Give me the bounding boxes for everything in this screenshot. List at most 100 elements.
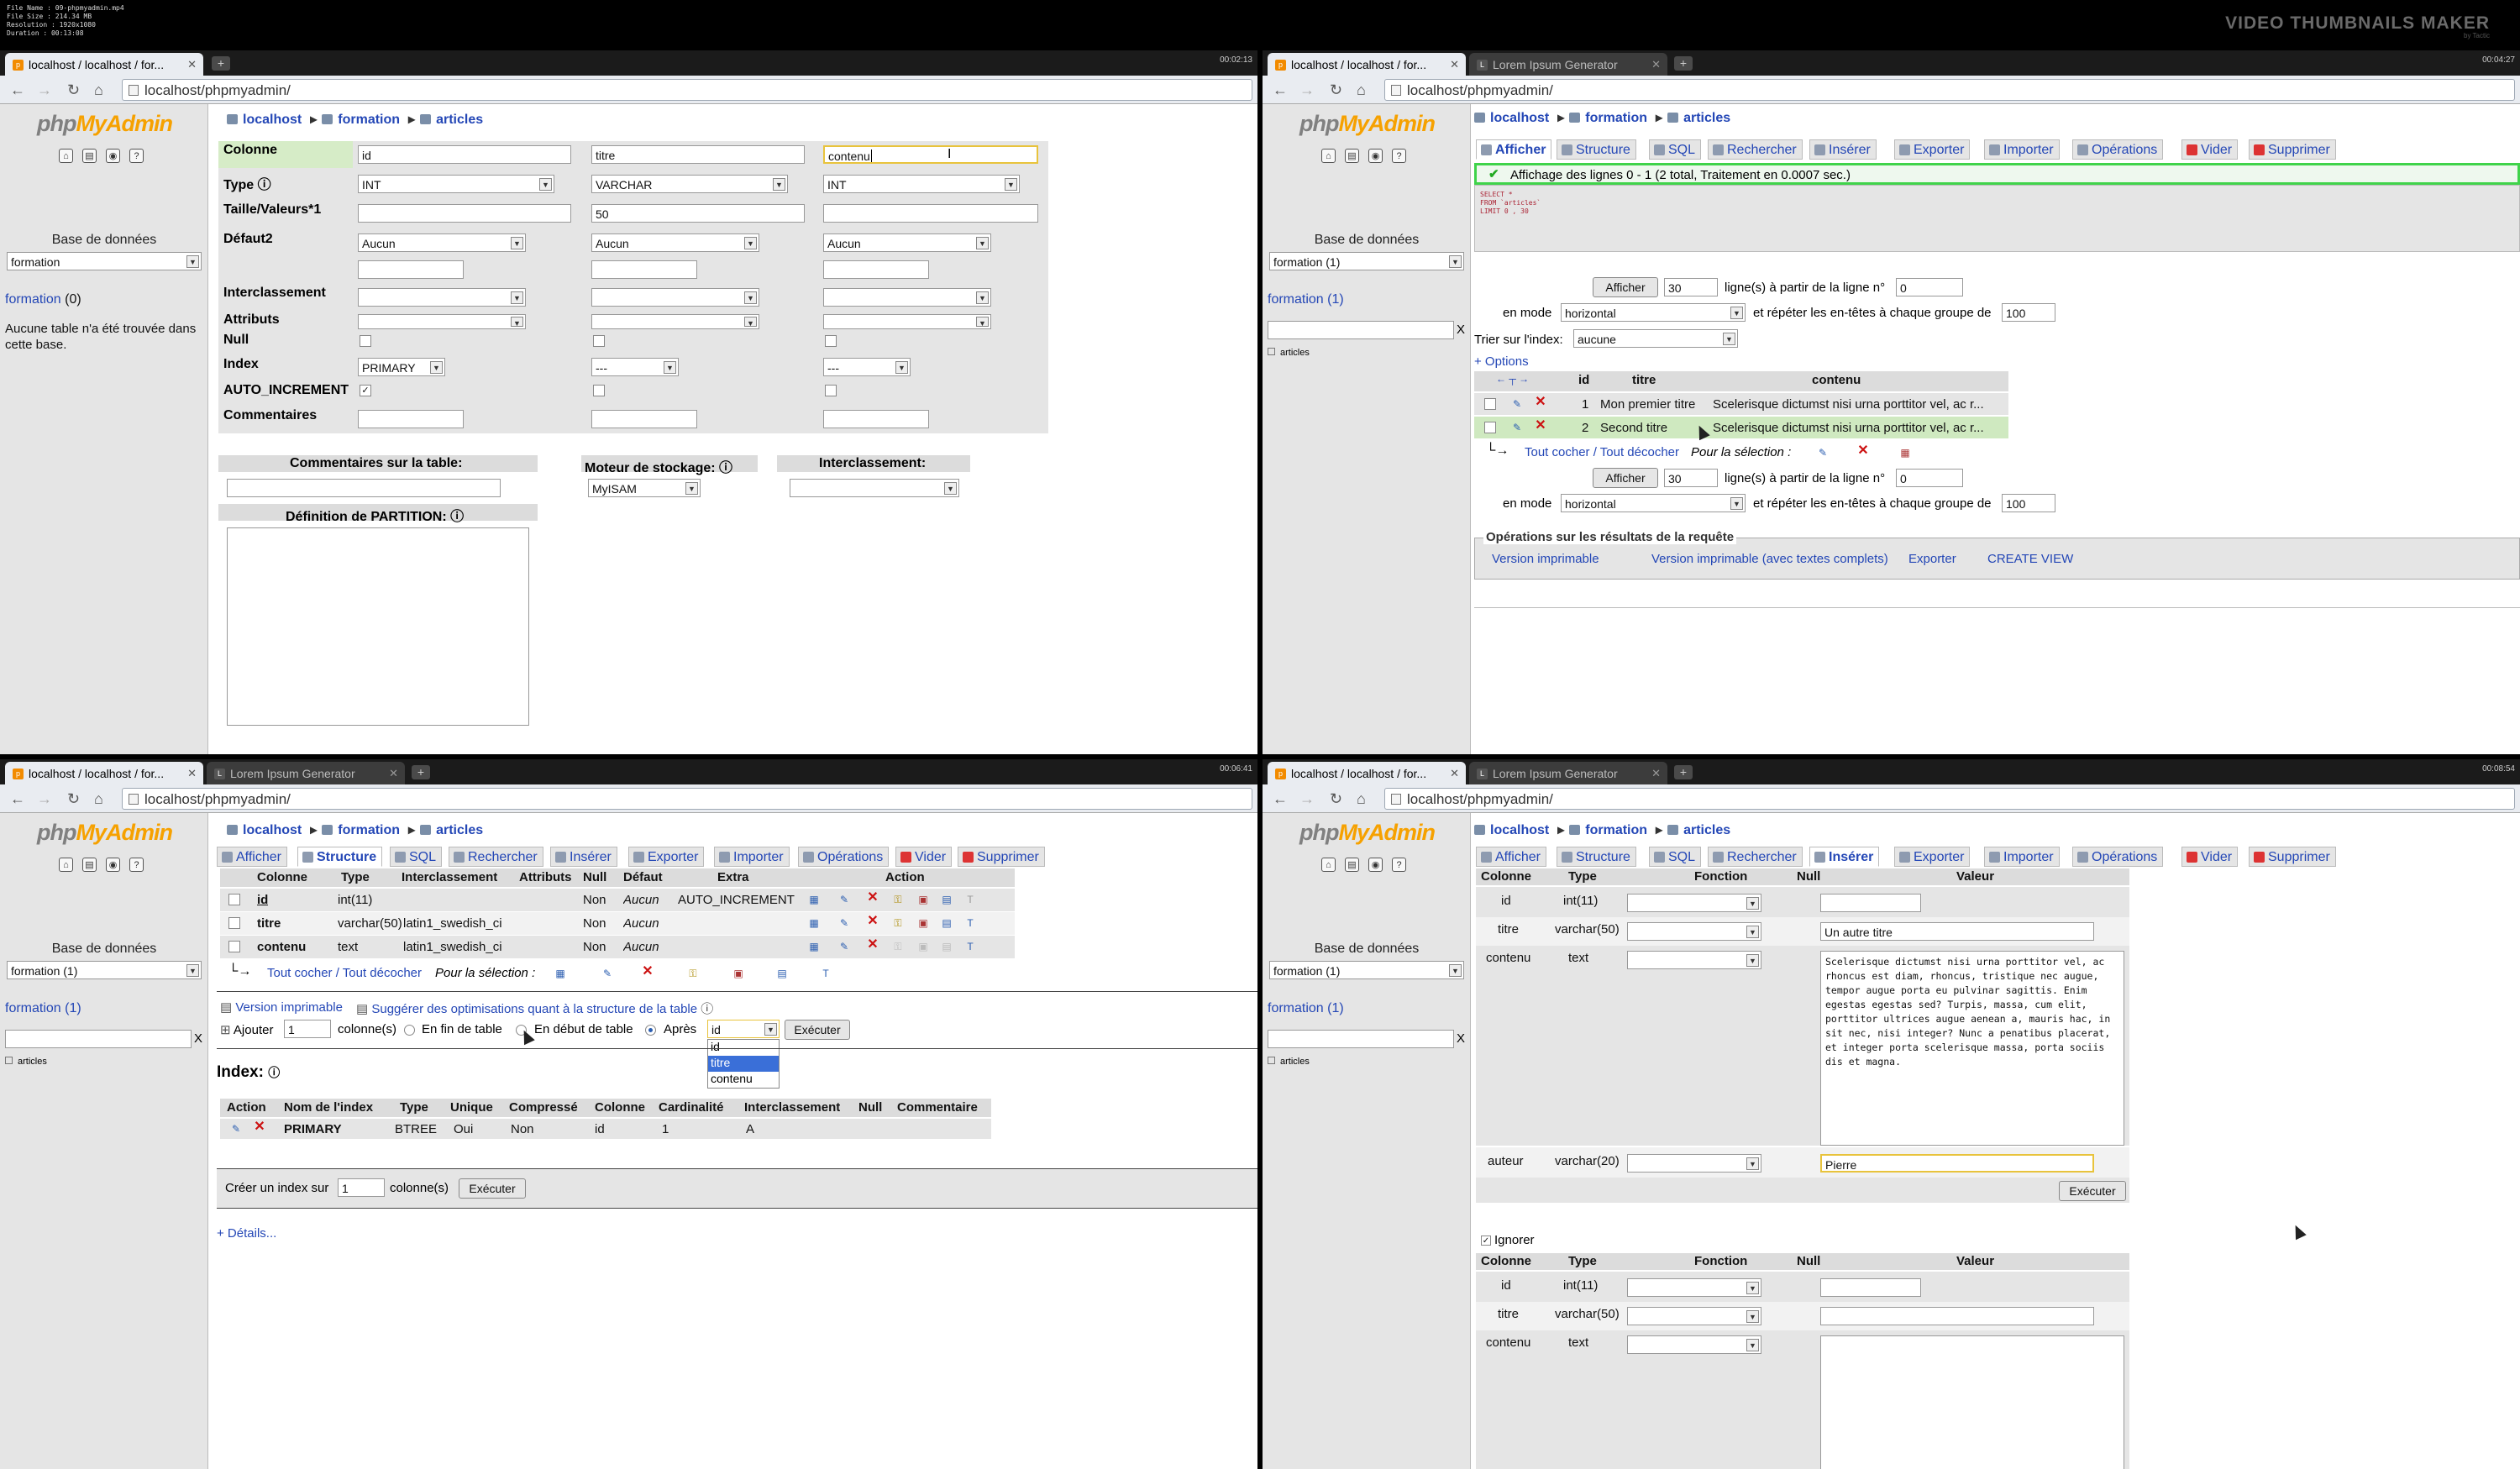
close-icon[interactable]: ✕	[1450, 767, 1459, 780]
column-auto-increment-checkbox[interactable]	[593, 385, 605, 396]
after-column-dropdown[interactable]: id titre contenu	[707, 1039, 780, 1089]
column-index-select[interactable]: --- ▼	[591, 358, 679, 376]
column-default-value[interactable]	[823, 260, 929, 279]
new-tab-button[interactable]: +	[1674, 56, 1693, 71]
home-icon[interactable]: ⌂	[1321, 149, 1336, 163]
column-default-value[interactable]	[591, 260, 697, 279]
reload-icon[interactable]: ↻	[67, 790, 80, 807]
column-default-select[interactable]: Aucun ▼	[823, 233, 991, 252]
index-icon[interactable]: ▤	[941, 941, 953, 952]
tab-inserer[interactable]: Insérer	[1809, 139, 1877, 160]
column-index-select[interactable]: PRIMARY ▼	[358, 358, 445, 376]
options-link[interactable]: + Options	[1474, 354, 1529, 369]
tab-vider[interactable]: Vider	[2181, 139, 2239, 160]
mode-select[interactable]: horizontal ▼	[1561, 303, 1746, 322]
forward-icon[interactable]: →	[37, 790, 52, 807]
afficher-button[interactable]: Afficher	[1593, 277, 1658, 297]
column-auto-increment-checkbox[interactable]: ✓	[360, 385, 371, 396]
clear-filter-icon[interactable]: X	[1457, 1031, 1465, 1046]
home-icon[interactable]: ⌂	[1357, 81, 1366, 98]
function-select[interactable]: ▼	[1627, 1335, 1761, 1354]
database-select[interactable]: formation (1) ▼	[7, 961, 202, 979]
tab-rechercher[interactable]: Rechercher	[1708, 847, 1803, 867]
tab-sql[interactable]: SQL	[1649, 847, 1702, 867]
check-all-link[interactable]: Tout cocher / Tout décocher	[1525, 445, 1679, 459]
reload-icon[interactable]: ↻	[1330, 81, 1342, 98]
column-name-input[interactable]: contenu	[823, 145, 1038, 164]
export-link[interactable]: Exporter	[1908, 552, 1956, 566]
print-view-full-link[interactable]: Version imprimable (avec textes complets…	[1651, 552, 1888, 566]
function-select[interactable]: ▼	[1627, 922, 1761, 941]
index-icon[interactable]: ▤	[941, 917, 953, 929]
query-window-icon[interactable]: ◉	[106, 858, 120, 872]
new-tab-button[interactable]: +	[1674, 765, 1693, 779]
column-name-input[interactable]: id	[358, 145, 571, 164]
reload-icon[interactable]: ↻	[67, 81, 80, 98]
tab-afficher[interactable]: Afficher	[1476, 847, 1546, 867]
browser-tab[interactable]: L Lorem Ipsum Generator ✕	[207, 762, 405, 784]
fulltext-selected-icon[interactable]: T	[820, 968, 832, 979]
unique-icon[interactable]: ▣	[917, 894, 929, 905]
back-icon[interactable]: ←	[1273, 790, 1288, 807]
sidebar-table-item[interactable]: articles	[1268, 348, 1310, 358]
address-bar[interactable]: localhost/phpmyadmin/	[122, 788, 1252, 810]
column-type-select[interactable]: INT ▼	[358, 175, 554, 193]
docs-icon[interactable]: ?	[129, 149, 144, 163]
column-name-input[interactable]: titre	[591, 145, 805, 164]
unique-icon[interactable]: ▣	[917, 941, 929, 952]
delete-icon[interactable]: ✕	[867, 938, 879, 952]
sql-icon[interactable]: ▤	[1345, 858, 1359, 872]
rows-count-input[interactable]: 30	[1664, 278, 1718, 296]
edit-icon[interactable]: ✎	[230, 1123, 242, 1135]
tab-exporter[interactable]: Exporter	[628, 847, 705, 867]
column-null-checkbox[interactable]	[593, 335, 605, 347]
tab-structure[interactable]: Structure	[1557, 847, 1636, 867]
delete-icon[interactable]: ✕	[254, 1120, 265, 1134]
back-icon[interactable]: ←	[10, 790, 25, 807]
tab-structure[interactable]: Structure	[1557, 139, 1636, 160]
delete-icon[interactable]: ✕	[1535, 396, 1546, 409]
tab-operations[interactable]: Opérations	[798, 847, 890, 867]
column-collation-select[interactable]: ▼	[823, 288, 991, 307]
tab-afficher[interactable]: Afficher	[1476, 139, 1552, 160]
column-default-select[interactable]: Aucun ▼	[591, 233, 759, 252]
column-header-contenu[interactable]: contenu	[1812, 373, 1861, 387]
database-select[interactable]: formation (1) ▼	[1269, 252, 1464, 270]
home-icon[interactable]: ⌂	[94, 790, 103, 807]
after-radio[interactable]	[645, 1025, 656, 1036]
index-selected-icon[interactable]: ▤	[776, 968, 788, 979]
execute-button[interactable]: Exécuter	[785, 1020, 850, 1040]
column-null-checkbox[interactable]	[825, 335, 837, 347]
column-size-input[interactable]: 50	[591, 204, 805, 223]
docs-icon[interactable]: ?	[1392, 149, 1406, 163]
tab-supprimer[interactable]: Supprimer	[2249, 847, 2336, 867]
tab-afficher[interactable]: Afficher	[217, 847, 287, 867]
edit-icon[interactable]: ✎	[838, 894, 850, 905]
row-checkbox[interactable]	[228, 917, 240, 929]
column-comment-input[interactable]	[823, 410, 929, 428]
dropdown-option[interactable]: contenu	[708, 1072, 779, 1088]
tab-supprimer[interactable]: Supprimer	[2249, 139, 2336, 160]
new-tab-button[interactable]: +	[212, 56, 230, 71]
column-size-input[interactable]	[823, 204, 1038, 223]
close-icon[interactable]: ✕	[1651, 58, 1661, 71]
sidebar-table-item[interactable]: articles	[1268, 1057, 1310, 1067]
mode-select[interactable]: horizontal ▼	[1561, 494, 1746, 512]
table-collation-select[interactable]: ▼	[790, 479, 959, 497]
edit-icon[interactable]: ✎	[838, 917, 850, 929]
home-icon[interactable]: ⌂	[94, 81, 103, 98]
browse-selected-icon[interactable]: ▦	[554, 968, 566, 979]
edit-selected-icon[interactable]: ✎	[1817, 447, 1829, 459]
column-attributes-select[interactable]: ▼	[591, 314, 759, 329]
tab-importer[interactable]: Importer	[1984, 139, 2060, 160]
column-attributes-select[interactable]: ▼	[358, 314, 526, 329]
database-link[interactable]: formation (1)	[1268, 292, 1344, 307]
table-filter-input[interactable]	[5, 1030, 192, 1048]
edit-selected-icon[interactable]: ✎	[601, 968, 613, 979]
column-auto-increment-checkbox[interactable]	[825, 385, 837, 396]
browse-icon[interactable]: ▦	[808, 941, 820, 952]
sidebar-table-item[interactable]: articles	[5, 1057, 47, 1067]
function-select[interactable]: ▼	[1627, 1278, 1761, 1297]
execute-button[interactable]: Exécuter	[2059, 1181, 2126, 1201]
unique-selected-icon[interactable]: ▣	[732, 968, 744, 979]
